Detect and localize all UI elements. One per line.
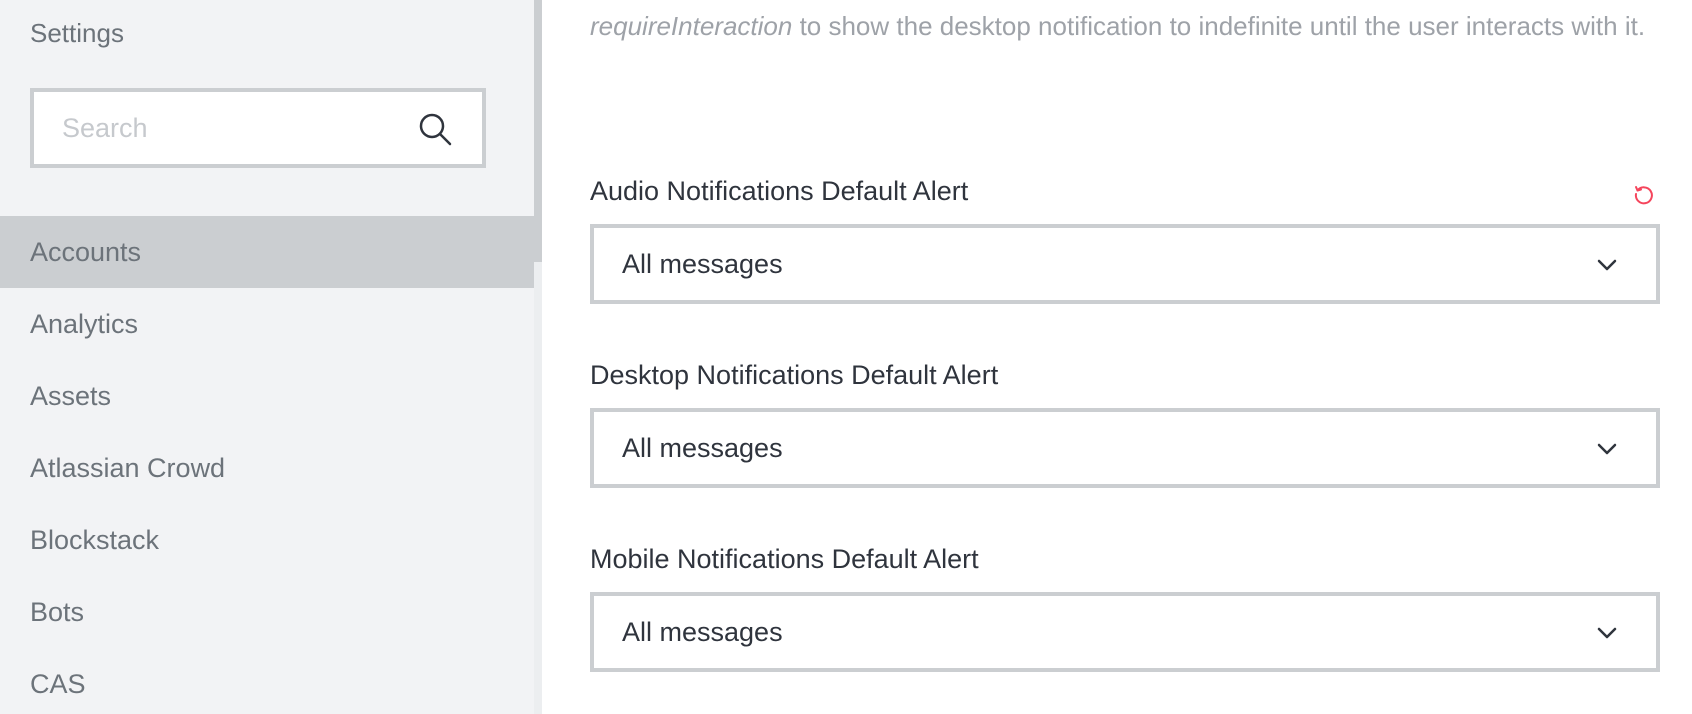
audio-alert-value: All messages bbox=[622, 249, 783, 279]
search-icon[interactable] bbox=[418, 112, 452, 146]
search-box bbox=[30, 88, 486, 168]
mobile-alert-value: All messages bbox=[622, 617, 783, 647]
desktop-alert-select[interactable]: All messages bbox=[590, 408, 1660, 488]
desktop-alert-value: All messages bbox=[622, 433, 783, 463]
search-input[interactable] bbox=[34, 92, 414, 164]
app-window: Settings Accounts Analytics Assets Atlas… bbox=[0, 0, 1692, 714]
description-code: requireInteraction bbox=[590, 11, 793, 41]
sidebar-item-assets[interactable]: Assets bbox=[0, 360, 534, 432]
mobile-alert-label: Mobile Notifications Default Alert bbox=[590, 544, 979, 574]
sidebar-item-cas[interactable]: CAS bbox=[0, 648, 534, 714]
reset-icon[interactable] bbox=[1632, 182, 1656, 206]
mobile-alert-select[interactable]: All messages bbox=[590, 592, 1660, 672]
audio-alert-select[interactable]: All messages bbox=[590, 224, 1660, 304]
chevron-down-icon bbox=[1597, 627, 1617, 639]
audio-alert-label: Audio Notifications Default Alert bbox=[590, 176, 969, 206]
settings-content: requireInteraction to show the desktop n… bbox=[542, 0, 1692, 714]
sidebar: Settings Accounts Analytics Assets Atlas… bbox=[0, 0, 534, 714]
desktop-alert-label: Desktop Notifications Default Alert bbox=[590, 360, 999, 390]
sidebar-item-analytics[interactable]: Analytics bbox=[0, 288, 534, 360]
sidebar-item-accounts[interactable]: Accounts bbox=[0, 216, 534, 288]
chevron-down-icon bbox=[1597, 443, 1617, 455]
setting-description: requireInteraction to show the desktop n… bbox=[590, 6, 1650, 46]
sidebar-title: Settings bbox=[30, 18, 124, 48]
sidebar-scrollbar-thumb[interactable] bbox=[534, 0, 542, 262]
sidebar-item-blockstack[interactable]: Blockstack bbox=[0, 504, 534, 576]
sidebar-nav: Accounts Analytics Assets Atlassian Crow… bbox=[0, 216, 534, 714]
chevron-down-icon bbox=[1597, 259, 1617, 271]
sidebar-item-bots[interactable]: Bots bbox=[0, 576, 534, 648]
description-text: to show the desktop notification to inde… bbox=[792, 11, 1646, 41]
sidebar-item-atlassian-crowd[interactable]: Atlassian Crowd bbox=[0, 432, 534, 504]
